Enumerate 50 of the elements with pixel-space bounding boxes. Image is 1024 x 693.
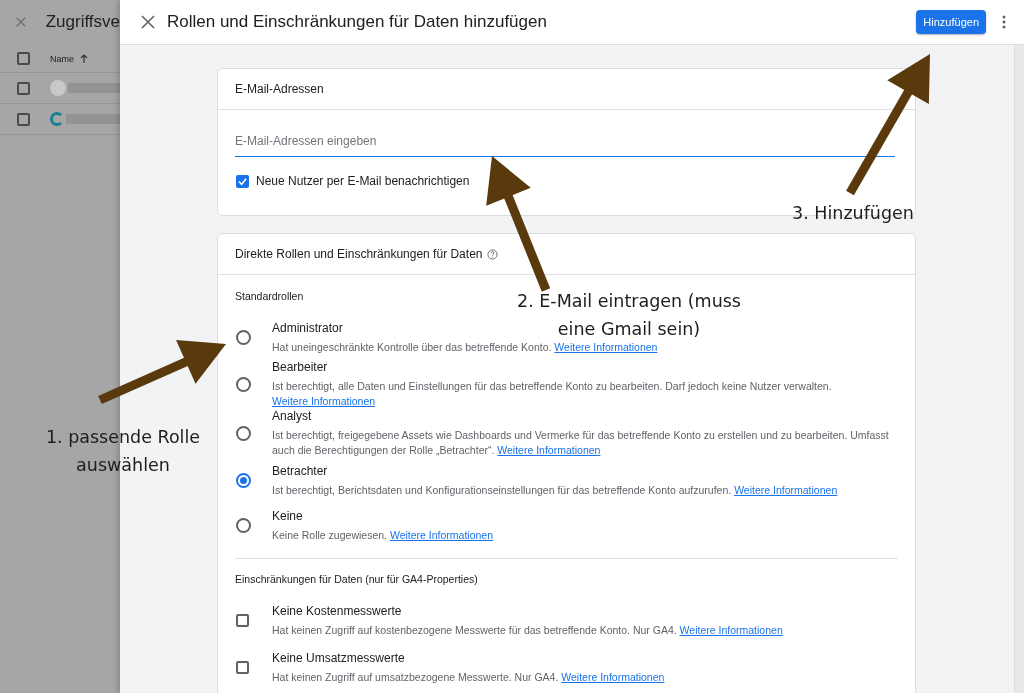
option-description: Ist berechtigt, freigegebene Assets wie Dashboards und Vermerke für das betreffende Konto zu erstellen und zu bearbeiten. Umfasst auch die Berechtigungen der Rolle „Betrachter“. Weitere Informationen <box>272 428 890 458</box>
more-info-link[interactable]: Weitere Informationen <box>679 623 783 636</box>
close-icon[interactable] <box>141 15 155 29</box>
section-heading: Einschränkungen für Daten (nur für GA4-Properties) <box>235 573 478 585</box>
sort-arrow-icon[interactable] <box>80 54 88 63</box>
scrollbar[interactable] <box>1014 45 1024 693</box>
option-title: Keine <box>272 508 303 523</box>
card-title: Direkte Rollen und Einschränkungen für Daten <box>235 247 483 261</box>
avatar-icon <box>50 80 66 96</box>
option-description: Ist berechtigt, alle Daten und Einstellungen für das betreffende Konto zu bearbeiten. Darf jedoch keine Nutzer verwalten. Weitere Informationen <box>272 379 833 409</box>
add-button[interactable]: Hinzufügen <box>916 10 986 34</box>
page-title: Zugriffsve <box>45 12 120 32</box>
more-info-link[interactable]: Weitere Informationen <box>272 395 376 407</box>
checkbox[interactable] <box>17 81 30 95</box>
checkbox[interactable] <box>236 174 249 188</box>
more-info-link[interactable]: Weitere Informationen <box>389 528 493 541</box>
checkbox-label: Neue Nutzer per E-Mail benachrichtigen <box>256 174 470 188</box>
dialog-title: Rollen und Einschränkungen für Daten hinzufügen <box>167 12 548 32</box>
more-info-link[interactable]: Weitere Informationen <box>561 670 665 683</box>
option-description: Hat uneingeschränkte Kontrolle über das betreffende Konto. Weitere Informationen <box>272 339 658 355</box>
radio-button[interactable] <box>236 330 251 345</box>
option-title: Analyst <box>272 409 312 423</box>
option-description: Keine Rolle zugewiesen. Weitere Informationen <box>272 527 493 543</box>
option-title: Keine Umsatzmesswerte <box>272 650 405 665</box>
radio-button[interactable] <box>236 377 251 392</box>
checkbox[interactable] <box>236 661 249 674</box>
more-info-link[interactable]: Weitere Informationen <box>497 444 601 456</box>
help-icon[interactable] <box>487 248 499 260</box>
column-header[interactable]: Name <box>50 53 74 64</box>
option-description: Hat keinen Zugriff auf umsatzbezogene Messwerte. Nur GA4. Weitere Informationen <box>272 669 665 685</box>
redacted-bar <box>68 83 120 93</box>
option-description: Ist berechtigt, Berichtsdaten und Konfigurationseinstellungen für das betreffende Konto aufzurufen. Weitere Informationen <box>272 482 838 498</box>
option-title: Betrachter <box>272 463 328 478</box>
radio-button[interactable] <box>236 426 251 441</box>
option-title: Administrator <box>272 320 343 335</box>
annotation-label: 2. E-Mail eintragen (muss eine Gmail sein) <box>516 290 742 341</box>
option-title: Bearbeiter <box>272 360 328 374</box>
section-heading: Standardrollen <box>235 290 304 302</box>
redacted-bar <box>66 114 120 124</box>
radio-button[interactable] <box>236 473 251 488</box>
checkbox[interactable] <box>17 112 30 126</box>
radio-button[interactable] <box>236 518 251 533</box>
more-options-icon[interactable] <box>1002 15 1006 29</box>
more-info-link[interactable]: Weitere Informationen <box>554 340 658 353</box>
more-info-link[interactable]: Weitere Informationen <box>734 483 838 496</box>
checkbox[interactable] <box>236 614 249 627</box>
option-title: Keine Kostenmesswerte <box>272 603 402 618</box>
checkbox[interactable] <box>17 52 30 65</box>
annotation-label: 3. Hinzufügen <box>791 202 915 225</box>
option-description: Hat keinen Zugriff auf kostenbezogene Messwerte für das betreffende Konto. Nur GA4. Weitere Informationen <box>272 622 783 638</box>
